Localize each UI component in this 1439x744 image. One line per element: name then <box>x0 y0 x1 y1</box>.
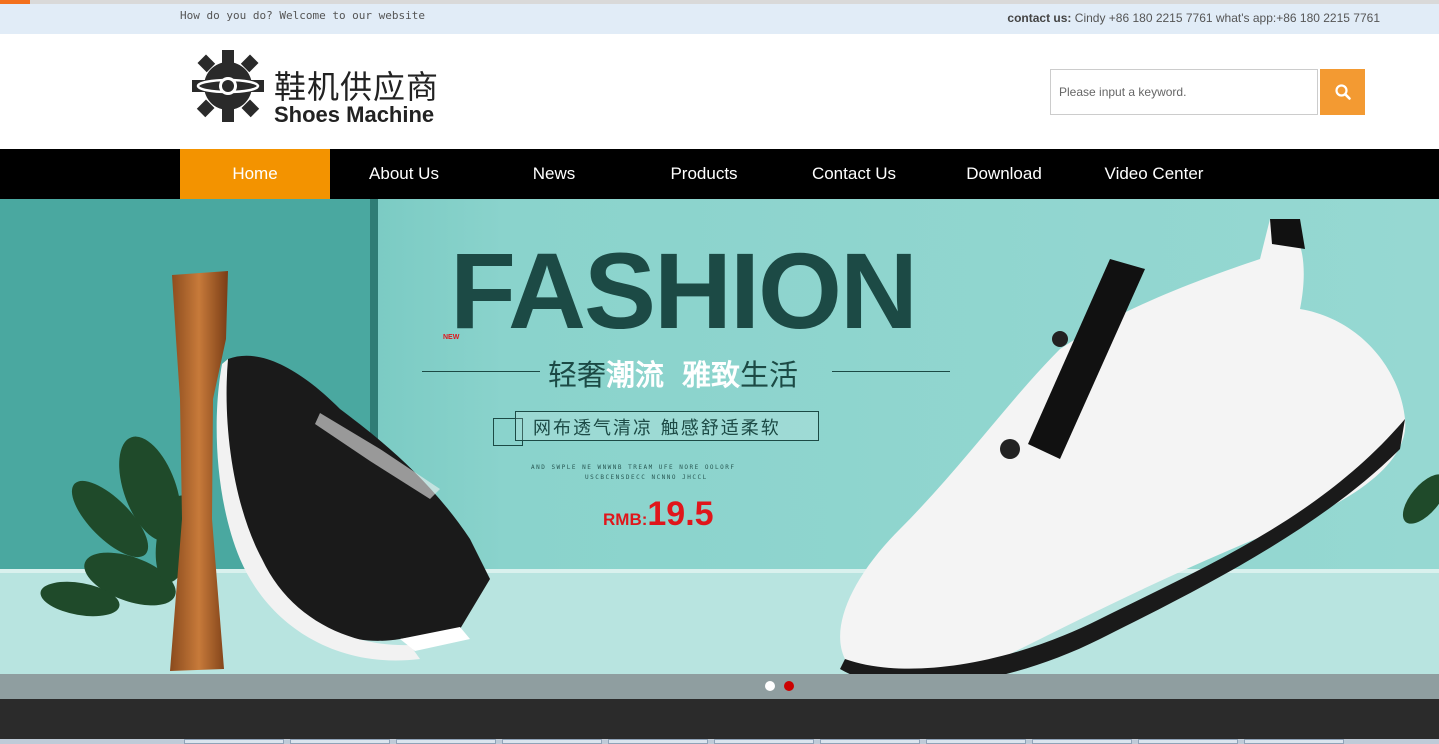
top-bar: How do you do? Welcome to our website co… <box>0 4 1439 34</box>
slogan-part-4: 生活 <box>740 358 799 392</box>
contact-label: contact us: <box>1007 11 1072 25</box>
contact-info: contact us: Cindy +86 180 2215 7761 what… <box>1007 11 1380 25</box>
welcome-text: How do you do? Welcome to our website <box>180 9 426 22</box>
banner-price: RMB:19.5 <box>603 495 714 534</box>
hero-banner[interactable]: FASHION NEW 轻奢潮流 雅致生活 网布透气清凉 触感舒适柔软 AND S… <box>0 199 1439 699</box>
search-button[interactable] <box>1320 69 1365 115</box>
nav-contact-us[interactable]: Contact Us <box>779 149 929 199</box>
slider-dot-1[interactable] <box>765 681 775 691</box>
taskbar-button[interactable] <box>714 739 814 744</box>
slogan-line-right <box>832 371 950 372</box>
slogan-part-1: 轻奢 <box>548 358 607 392</box>
gear-logo-icon <box>192 50 264 122</box>
new-tag: NEW <box>443 334 460 341</box>
slogan-part-2: 潮流 <box>606 358 665 392</box>
taskbar-button[interactable] <box>1138 739 1238 744</box>
search-icon <box>1334 84 1351 100</box>
taskbar-button[interactable] <box>820 739 920 744</box>
logo-english-text: Shoes Machine <box>274 102 435 127</box>
taskbar-button[interactable] <box>1244 739 1344 744</box>
site-header: 鞋机供应商 Shoes Machine <box>0 34 1439 149</box>
nav-news[interactable]: News <box>479 149 629 199</box>
banner-tiny-text-1: AND SWPLE NE WNWNB TREAM UFE NORE OOLORF <box>531 464 736 471</box>
nav-about-us[interactable]: About Us <box>329 149 479 199</box>
banner-title: FASHION <box>450 230 918 351</box>
taskbar-button[interactable] <box>396 739 496 744</box>
taskbar-button[interactable] <box>502 739 602 744</box>
os-taskbar <box>0 739 1439 744</box>
slogan-part-3: 雅致 <box>682 358 741 392</box>
contact-value: Cindy +86 180 2215 7761 what's app:+86 1… <box>1071 11 1380 25</box>
slider-dot-2[interactable] <box>784 681 794 691</box>
nav-video-center[interactable]: Video Center <box>1079 149 1229 199</box>
search-input[interactable] <box>1050 69 1318 115</box>
taskbar-button[interactable] <box>1032 739 1132 744</box>
taskbar-button[interactable] <box>184 739 284 744</box>
slider-strip <box>0 674 1439 699</box>
nav-products[interactable]: Products <box>629 149 779 199</box>
banner-subtitle: 网布透气清凉 触感舒适柔软 <box>533 418 781 439</box>
taskbar-button[interactable] <box>608 739 708 744</box>
main-nav: Home About Us News Products Contact Us D… <box>0 149 1439 199</box>
logo[interactable]: 鞋机供应商 Shoes Machine <box>188 44 458 128</box>
price-currency: RMB: <box>603 510 648 529</box>
nav-download[interactable]: Download <box>929 149 1079 199</box>
nav-home[interactable]: Home <box>180 149 330 199</box>
price-value: 19.5 <box>647 495 714 533</box>
taskbar-button[interactable] <box>926 739 1026 744</box>
dark-section <box>0 699 1439 739</box>
slogan-line-left <box>422 371 540 372</box>
taskbar-button[interactable] <box>290 739 390 744</box>
banner-tiny-text-2: USCBCENSDECC NCNNO JHCCL <box>585 474 708 481</box>
banner-slogan: 轻奢潮流 雅致生活 <box>548 352 798 394</box>
